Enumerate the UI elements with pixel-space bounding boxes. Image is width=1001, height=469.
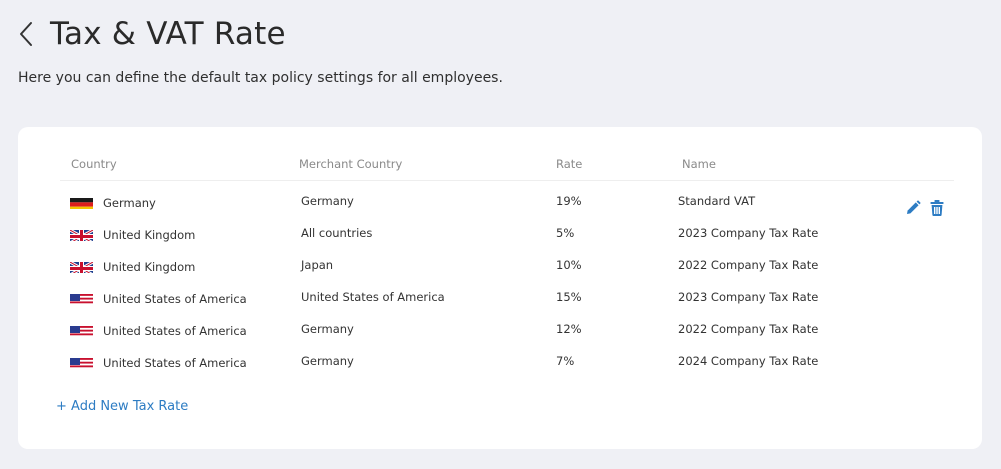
rate-cell: 10%	[556, 258, 582, 272]
country-cell: United States of America	[103, 292, 247, 306]
table-header: Country Merchant Country Rate Name	[60, 157, 954, 181]
column-header-name: Name	[682, 157, 716, 171]
table-row[interactable]: United Kingdom Japan 10% 2022 Company Ta…	[60, 251, 954, 283]
table-row[interactable]: Germany Germany 19% Standard VAT	[60, 187, 954, 219]
page-title: Tax & VAT Rate	[50, 16, 286, 52]
name-cell: Standard VAT	[678, 194, 756, 208]
name-cell: 2023 Company Tax Rate	[678, 226, 819, 240]
usa-flag-icon	[70, 356, 93, 369]
uk-flag-icon	[70, 260, 93, 273]
rate-cell: 5%	[556, 226, 575, 240]
merchant-country-cell: United States of America	[301, 290, 445, 304]
chevron-left-icon	[20, 22, 32, 46]
merchant-country-cell: Japan	[301, 258, 334, 272]
table-row[interactable]: United States of America Germany 7% 2024…	[60, 347, 954, 379]
name-cell: 2022 Company Tax Rate	[678, 258, 819, 272]
usa-flag-icon	[70, 324, 93, 337]
country-cell: United States of America	[103, 356, 247, 370]
column-header-country: Country	[71, 157, 117, 171]
merchant-country-cell: All countries	[301, 226, 373, 240]
rate-cell: 15%	[556, 290, 582, 304]
usa-flag-icon	[70, 292, 93, 305]
edit-button[interactable]	[904, 199, 922, 217]
row-actions	[904, 199, 946, 217]
column-header-merchant-country: Merchant Country	[299, 157, 403, 171]
country-cell: United Kingdom	[103, 228, 196, 242]
page-subtitle: Here you can define the default tax poli…	[18, 70, 503, 86]
merchant-country-cell: Germany	[301, 354, 354, 368]
back-button[interactable]	[18, 14, 42, 54]
pencil-icon	[907, 200, 921, 214]
table-row[interactable]: United Kingdom All countries 5% 2023 Com…	[60, 219, 954, 251]
country-cell: Germany	[103, 196, 156, 210]
table-row[interactable]: United States of America United States o…	[60, 283, 954, 315]
name-cell: 2023 Company Tax Rate	[678, 290, 819, 304]
table-row[interactable]: United States of America Germany 12% 202…	[60, 315, 954, 347]
delete-button[interactable]	[928, 199, 946, 217]
rate-cell: 12%	[556, 322, 582, 336]
trash-icon	[930, 200, 944, 216]
country-cell: United Kingdom	[103, 260, 196, 274]
country-cell: United States of America	[103, 324, 247, 338]
rate-cell: 7%	[556, 354, 575, 368]
column-header-rate: Rate	[556, 157, 583, 171]
merchant-country-cell: Germany	[301, 322, 354, 336]
page-header: Tax & VAT Rate	[18, 14, 286, 54]
uk-flag-icon	[70, 228, 93, 241]
name-cell: 2022 Company Tax Rate	[678, 322, 819, 336]
germany-flag-icon	[70, 196, 93, 209]
tax-rate-card: Country Merchant Country Rate Name Germa…	[18, 127, 982, 449]
add-new-tax-rate-button[interactable]: + Add New Tax Rate	[56, 399, 188, 414]
rate-cell: 19%	[556, 194, 582, 208]
merchant-country-cell: Germany	[301, 194, 354, 208]
name-cell: 2024 Company Tax Rate	[678, 354, 819, 368]
